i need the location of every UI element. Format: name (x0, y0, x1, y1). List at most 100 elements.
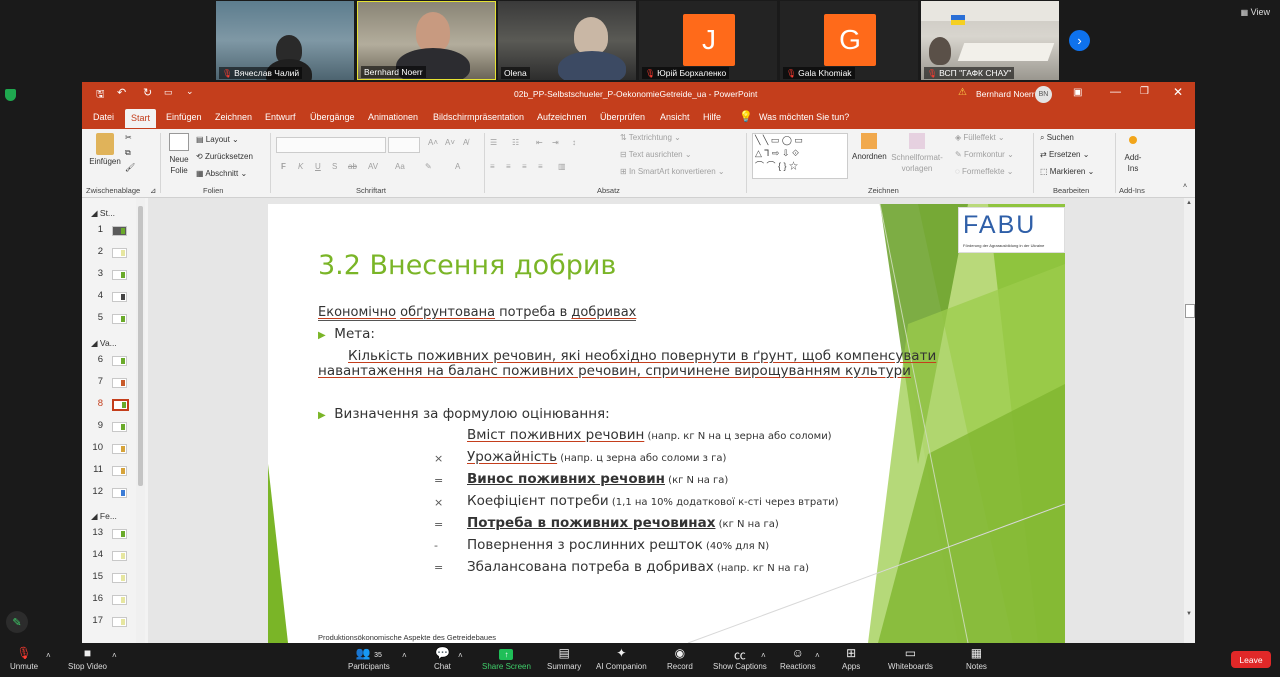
whiteboards-button[interactable]: ▭ Whiteboards (888, 646, 933, 671)
record-button[interactable]: ◉ Record (667, 646, 693, 671)
collapse-ribbon-icon[interactable]: ˄ (1183, 183, 1187, 190)
slide-thumbnail[interactable]: 12 (89, 484, 139, 502)
new-slide-button[interactable]: Neue Folie (166, 133, 192, 176)
strikethrough-button[interactable]: ab (348, 162, 357, 171)
layout-button[interactable]: ▤ Layout ⌄ (196, 135, 239, 144)
scrollbar-thumb[interactable] (1185, 304, 1195, 318)
font-name-dropdown[interactable] (276, 137, 386, 153)
font-color-button[interactable]: A (455, 162, 460, 171)
shape-outline-button[interactable]: ✎ Formkontur ⌄ (955, 150, 1014, 159)
thumbnails-scrollbar[interactable] (136, 198, 145, 643)
arrange-button[interactable]: Anordnen (852, 133, 887, 161)
slide-thumbnail[interactable]: 15 (89, 569, 139, 587)
slide[interactable]: FABU Förderung der Agrarausbildung in de… (268, 204, 1065, 643)
slide-thumbnail[interactable]: 3 (89, 266, 139, 284)
user-name[interactable]: Bernhard Noerr (976, 89, 1035, 99)
tab-einfuegen[interactable]: Einfügen (166, 112, 202, 122)
unmute-button[interactable]: 🎙 Unmute (10, 646, 38, 671)
tab-uebergaenge[interactable]: Übergänge (310, 112, 355, 122)
select-button[interactable]: ⬚ Markieren ⌄ (1040, 167, 1094, 176)
shape-effects-button[interactable]: ◌ Formeffekte ⌄ (955, 167, 1013, 176)
tab-datei[interactable]: Datei (93, 112, 114, 122)
captions-options-chevron[interactable]: ˄ (761, 651, 766, 660)
reactions-options-chevron[interactable]: ˄ (815, 651, 820, 660)
tab-hilfe[interactable]: Hilfe (703, 112, 721, 122)
reactions-button[interactable]: ☺ Reactions (780, 646, 816, 671)
slide-thumbnail[interactable]: 13 (89, 525, 139, 543)
bold-button[interactable]: F (281, 162, 286, 171)
align-center-icon[interactable]: ≡ (506, 162, 511, 171)
participant-tile-5[interactable]: G 🎙 Gala Khomiak (780, 1, 918, 80)
paste-button[interactable]: Einfügen (87, 133, 123, 166)
shapes-gallery[interactable]: ╲ ╲ ▭ ◯ ▭ △ ⅂ ⇨ ⇩ ⟐ ⌒ ⌒ { } ☆ (752, 133, 848, 179)
align-text-button[interactable]: ⊟ Text ausrichten ⌄ (620, 150, 692, 159)
change-case-button[interactable]: Aa (395, 162, 405, 171)
share-screen-button[interactable]: ↑ Share Screen (482, 646, 531, 671)
shape-fill-button[interactable]: ◈ Fülleffekt ⌄ (955, 133, 1005, 142)
section-header[interactable]: ◢ Fe... (91, 511, 117, 522)
summary-button[interactable]: ▤ Summary (547, 646, 581, 671)
font-size-dropdown[interactable] (388, 137, 420, 153)
participants-button[interactable]: 👥 35 Participants (348, 646, 390, 671)
chat-options-chevron[interactable]: ˄ (458, 651, 463, 660)
shadow-button[interactable]: S (332, 162, 337, 171)
participant-tile-4[interactable]: J 🎙 Юрій Борхаленко (639, 1, 777, 80)
char-spacing-button[interactable]: AV (368, 162, 378, 171)
leave-button[interactable]: Leave (1231, 651, 1271, 668)
tab-zeichnen[interactable]: Zeichnen (215, 112, 252, 122)
tab-start[interactable]: Start (125, 109, 157, 128)
next-participants-button[interactable]: › (1069, 30, 1090, 51)
bullet-goal[interactable]: ▶ Мета: (318, 326, 375, 342)
tab-ueberpruefen[interactable]: Überprüfen (600, 112, 645, 122)
slide-editing-area[interactable]: FABU Förderung der Agrarausbildung in de… (148, 198, 1184, 643)
text-direction-button[interactable]: ⇅ Textrichtung ⌄ (620, 133, 681, 142)
slide-thumbnail[interactable]: 2 (89, 244, 139, 262)
copy-icon[interactable]: ⧉ (125, 148, 131, 158)
slide-thumbnail[interactable]: 4 (89, 288, 139, 306)
ai-companion-button[interactable]: ✦ AI Companion (596, 646, 647, 671)
align-left-icon[interactable]: ≡ (490, 162, 495, 171)
tab-entwurf[interactable]: Entwurf (265, 112, 296, 122)
view-button[interactable]: ▦ View (1241, 7, 1270, 17)
numbering-icon[interactable]: ☷ (512, 138, 519, 147)
decrease-indent-icon[interactable]: ⇤ (536, 138, 543, 147)
slide-scrollbar[interactable]: ▲ ▼ (1184, 198, 1195, 643)
tab-ansicht[interactable]: Ansicht (660, 112, 690, 122)
tab-animationen[interactable]: Animationen (368, 112, 418, 122)
goal-text-line-2[interactable]: навантаження на баланс поживних речовин,… (318, 363, 911, 379)
slide-thumbnail[interactable]: 17 (89, 613, 139, 631)
redo-icon[interactable]: ↻ (143, 86, 152, 99)
bullet-formula[interactable]: ▶ Визначення за формулою оцінювання: (318, 406, 610, 422)
customize-toolbar-icon[interactable]: ⌄ (186, 86, 194, 97)
present-icon[interactable]: ▭ (164, 87, 173, 98)
show-captions-button[interactable]: ㏄ Show Captions (713, 646, 767, 671)
highlight-icon[interactable]: ✎ (425, 162, 432, 171)
slide-thumbnail[interactable]: 14 (89, 547, 139, 565)
tell-me-search[interactable]: Was möchten Sie tun? (759, 112, 849, 122)
section-header[interactable]: ◢ Va... (91, 338, 117, 349)
slide-thumbnail[interactable]: 5 (89, 310, 139, 328)
smartart-button[interactable]: ⊞ In SmartArt konvertieren ⌄ (620, 167, 725, 176)
tab-aufzeichnen[interactable]: Aufzeichnen (537, 112, 587, 122)
chat-button[interactable]: 💬 Chat (434, 646, 451, 671)
save-icon[interactable]: 🖫 (96, 87, 105, 104)
slide-thumbnail-selected[interactable]: 8 (89, 396, 139, 414)
bullets-icon[interactable]: ☰ (490, 138, 497, 147)
participant-tile-3[interactable]: Olena (498, 1, 636, 80)
columns-icon[interactable]: ▥ (558, 162, 566, 171)
user-avatar[interactable]: BN (1035, 86, 1052, 103)
slide-thumbnail[interactable]: 7 (89, 374, 139, 392)
clear-format-icon[interactable]: A̸ (463, 138, 468, 147)
justify-icon[interactable]: ≡ (538, 162, 543, 171)
participant-tile-2[interactable]: Bernhard Noerr (357, 1, 496, 80)
slide-subtitle[interactable]: Економічно обґрунтована потреба в добрив… (318, 305, 637, 321)
slide-thumbnail[interactable]: 6 (89, 352, 139, 370)
cut-icon[interactable]: ✂ (125, 133, 132, 142)
underline-button[interactable]: U (315, 162, 321, 171)
quick-styles-button[interactable]: Schnellformat-vorlagen (890, 133, 944, 174)
participants-options-chevron[interactable]: ˄ (402, 651, 407, 660)
slide-title[interactable]: 3.2 Внесення добрив (318, 250, 616, 281)
undo-icon[interactable]: ↶ (117, 86, 126, 99)
scroll-down-icon[interactable]: ▼ (1186, 611, 1192, 617)
participant-tile-1[interactable]: 🎙 Вячеслав Чалий (216, 1, 354, 80)
